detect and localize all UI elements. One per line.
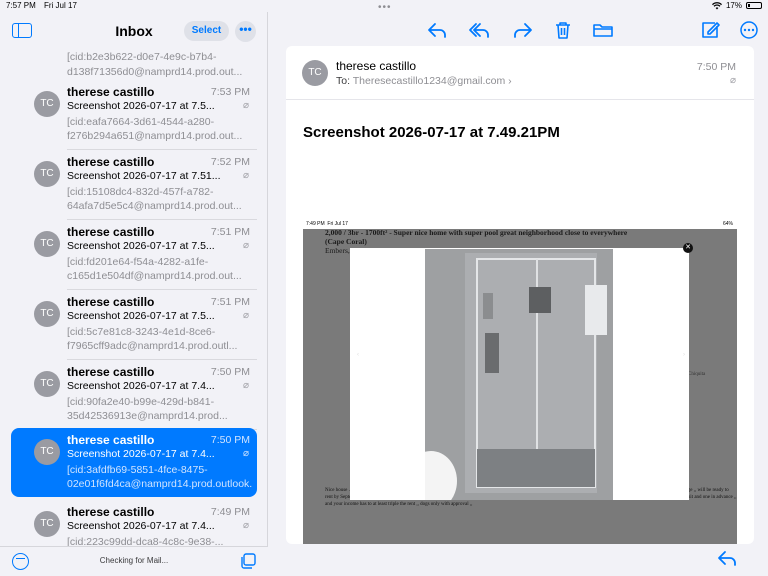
message-subject: Screenshot 2026-07-17 at 7.5...	[67, 310, 215, 322]
sender-avatar: TC	[34, 91, 60, 117]
message-subject: Screenshot 2026-07-17 at 7.49.21PM	[303, 124, 560, 141]
message-time: 7:50 PM	[210, 434, 250, 446]
message-time: 7:50 PM	[696, 61, 736, 73]
reply-icon[interactable]	[426, 20, 448, 40]
folder-icon[interactable]	[592, 20, 614, 40]
sender-name: therese castillo	[67, 295, 155, 309]
message-subject: Screenshot 2026-07-17 at 7.5...	[67, 240, 215, 252]
battery-icon	[746, 2, 762, 9]
sender-avatar: TC	[34, 161, 60, 187]
wifi-icon	[711, 1, 722, 9]
embedded-date: Fri Jul 17	[327, 221, 348, 227]
paperclip-icon: ⌀	[242, 100, 249, 111]
recipient-address[interactable]: Theresecastillo1234@gmail.com	[353, 75, 505, 87]
sender-name: therese castillo	[67, 225, 155, 239]
embedded-time: 7:49 PM	[306, 221, 325, 227]
embedded-battery: 64%	[722, 221, 733, 227]
message-row[interactable]: TC therese castillo 7:52 PM Screenshot 2026…	[11, 150, 257, 220]
paperclip-icon: ⌀	[242, 520, 249, 531]
message-card: TC therese castillo To: Theresecastillo1…	[286, 46, 754, 544]
more-icon[interactable]	[738, 20, 760, 40]
message-row[interactable]: TC therese castillo 7:51 PM Screenshot 2026…	[11, 220, 257, 290]
battery-percent: 17%	[725, 1, 742, 10]
sender-avatar: TC	[34, 371, 60, 397]
compose-icon[interactable]	[699, 20, 721, 40]
message-row[interactable]: TC therese castillo 7:50 PM Screenshot 2026…	[11, 428, 257, 497]
paperclip-icon: ⌀	[242, 310, 249, 321]
message-list[interactable]: [cid:b2e3b622-d0e7-4e9c-b7b4-d138f71356d…	[0, 50, 268, 546]
sender-name: therese castillo	[67, 85, 155, 99]
shower-photo	[425, 249, 613, 500]
message-subject: Screenshot 2026-07-17 at 7.5...	[67, 100, 215, 112]
message-row[interactable]: TC therese castillo 7:49 PM Screenshot 2026…	[11, 500, 257, 546]
recipient-line[interactable]: To: Theresecastillo1234@gmail.com ›	[336, 75, 512, 87]
sender-name: therese castillo	[67, 433, 155, 447]
bottom-reply-icon[interactable]	[716, 548, 738, 568]
message-row[interactable]: TC therese castillo 7:53 PM Screenshot 2026…	[11, 80, 257, 150]
shower-illustration	[425, 249, 613, 500]
paperclip-icon: ⌀	[242, 448, 249, 459]
message-time: 7:51 PM	[210, 296, 250, 308]
sender-avatar: TC	[34, 511, 60, 537]
sender-name: therese castillo	[67, 505, 155, 519]
previous-image-icon[interactable]: ‹	[357, 352, 359, 358]
stacked-windows-icon[interactable]	[240, 553, 256, 569]
sender-avatar: TC	[302, 60, 328, 86]
header-divider	[286, 99, 754, 100]
message-preview: [cid:fd201e64-f54a-4282-a1fe-c165d1e504d…	[67, 256, 242, 282]
message-subject: Screenshot 2026-07-17 at 7.4...	[67, 380, 215, 392]
paperclip-icon: ⌀	[242, 380, 249, 391]
message-time: 7:52 PM	[210, 156, 250, 168]
paperclip-icon: ⌀	[242, 170, 249, 181]
message-time: 7:49 PM	[210, 506, 250, 518]
chevron-right-icon: ›	[508, 75, 512, 87]
message-subject: Screenshot 2026-07-17 at 7.4...	[67, 448, 215, 460]
message-preview: [cid:15108dc4-832d-457f-a782-64afa7d5e5c…	[67, 186, 242, 212]
close-icon[interactable]: ✕	[683, 243, 693, 253]
embedded-screenshot[interactable]: 7:49 PM Fri Jul 17 64% 2,000 / 3br - 170…	[303, 218, 737, 544]
message-row[interactable]: TC therese castillo 7:50 PM Screenshot 2026…	[11, 360, 257, 430]
listing-location: (Cape Coral)	[325, 237, 367, 246]
message-preview: [cid:3afdfb69-5851-4fce-8475-02e01f6fd4c…	[67, 464, 253, 490]
multitask-dots-icon[interactable]: •••	[378, 2, 392, 13]
sender-name: therese castillo	[67, 365, 155, 379]
message-row[interactable]: TC therese castillo 7:51 PM Screenshot 2026…	[11, 290, 257, 360]
partial-message-preview[interactable]: [cid:b2e3b622-d0e7-4e9c-b7b4-d138f71356d…	[67, 50, 257, 80]
message-preview: [cid:90fa2e40-b99e-429d-b841-35d42536913…	[67, 396, 228, 422]
trash-icon[interactable]	[552, 20, 574, 40]
status-time: 7:57 PM	[6, 1, 36, 10]
message-preview: [cid:eafa7664-3d61-4544-a280-f276b294a65…	[67, 116, 243, 142]
message-time: 7:53 PM	[210, 86, 250, 98]
sender-avatar: TC	[34, 439, 60, 465]
paperclip-icon: ⌀	[729, 75, 736, 86]
message-preview: [cid:223c99dd-dca8-4c8c-9e38-...	[67, 536, 224, 546]
sender-name: therese castillo	[67, 155, 155, 169]
sender-name[interactable]: therese castillo	[336, 59, 416, 73]
mail-status-text: Checking for Mail...	[99, 556, 169, 565]
next-image-icon[interactable]: ›	[683, 352, 685, 358]
sender-avatar: TC	[34, 231, 60, 257]
image-lightbox	[350, 248, 689, 500]
status-indicators: 17%	[711, 1, 762, 10]
reply-all-icon[interactable]	[468, 20, 490, 40]
status-date: Fri Jul 17	[44, 1, 77, 10]
side-label: Chiquita	[688, 372, 706, 377]
to-label: To:	[336, 75, 351, 87]
paperclip-icon: ⌀	[242, 240, 249, 251]
message-preview: [cid:5c7e81c8-3243-4e1d-8ce6-f7965cff9ad…	[67, 326, 238, 352]
listing-title: 2,000 / 3br - 1700ft² - Super nice home …	[325, 228, 628, 237]
message-time: 7:50 PM	[210, 366, 250, 378]
more-options-button[interactable]: •••	[235, 21, 256, 42]
select-button[interactable]: Select	[184, 21, 229, 41]
sender-avatar: TC	[34, 301, 60, 327]
sidebar-bottom-bar: Checking for Mail...	[0, 546, 268, 576]
forward-icon[interactable]	[512, 20, 534, 40]
message-subject: Screenshot 2026-07-17 at 7.4...	[67, 520, 215, 532]
message-subject: Screenshot 2026-07-17 at 7.51...	[67, 170, 221, 182]
mailbox-sidebar: Inbox Select ••• [cid:b2e3b622-d0e7-4e9c…	[0, 12, 268, 576]
message-time: 7:51 PM	[210, 226, 250, 238]
reading-pane: ••• TC therese castillo To: Theresecasti…	[268, 2, 768, 576]
